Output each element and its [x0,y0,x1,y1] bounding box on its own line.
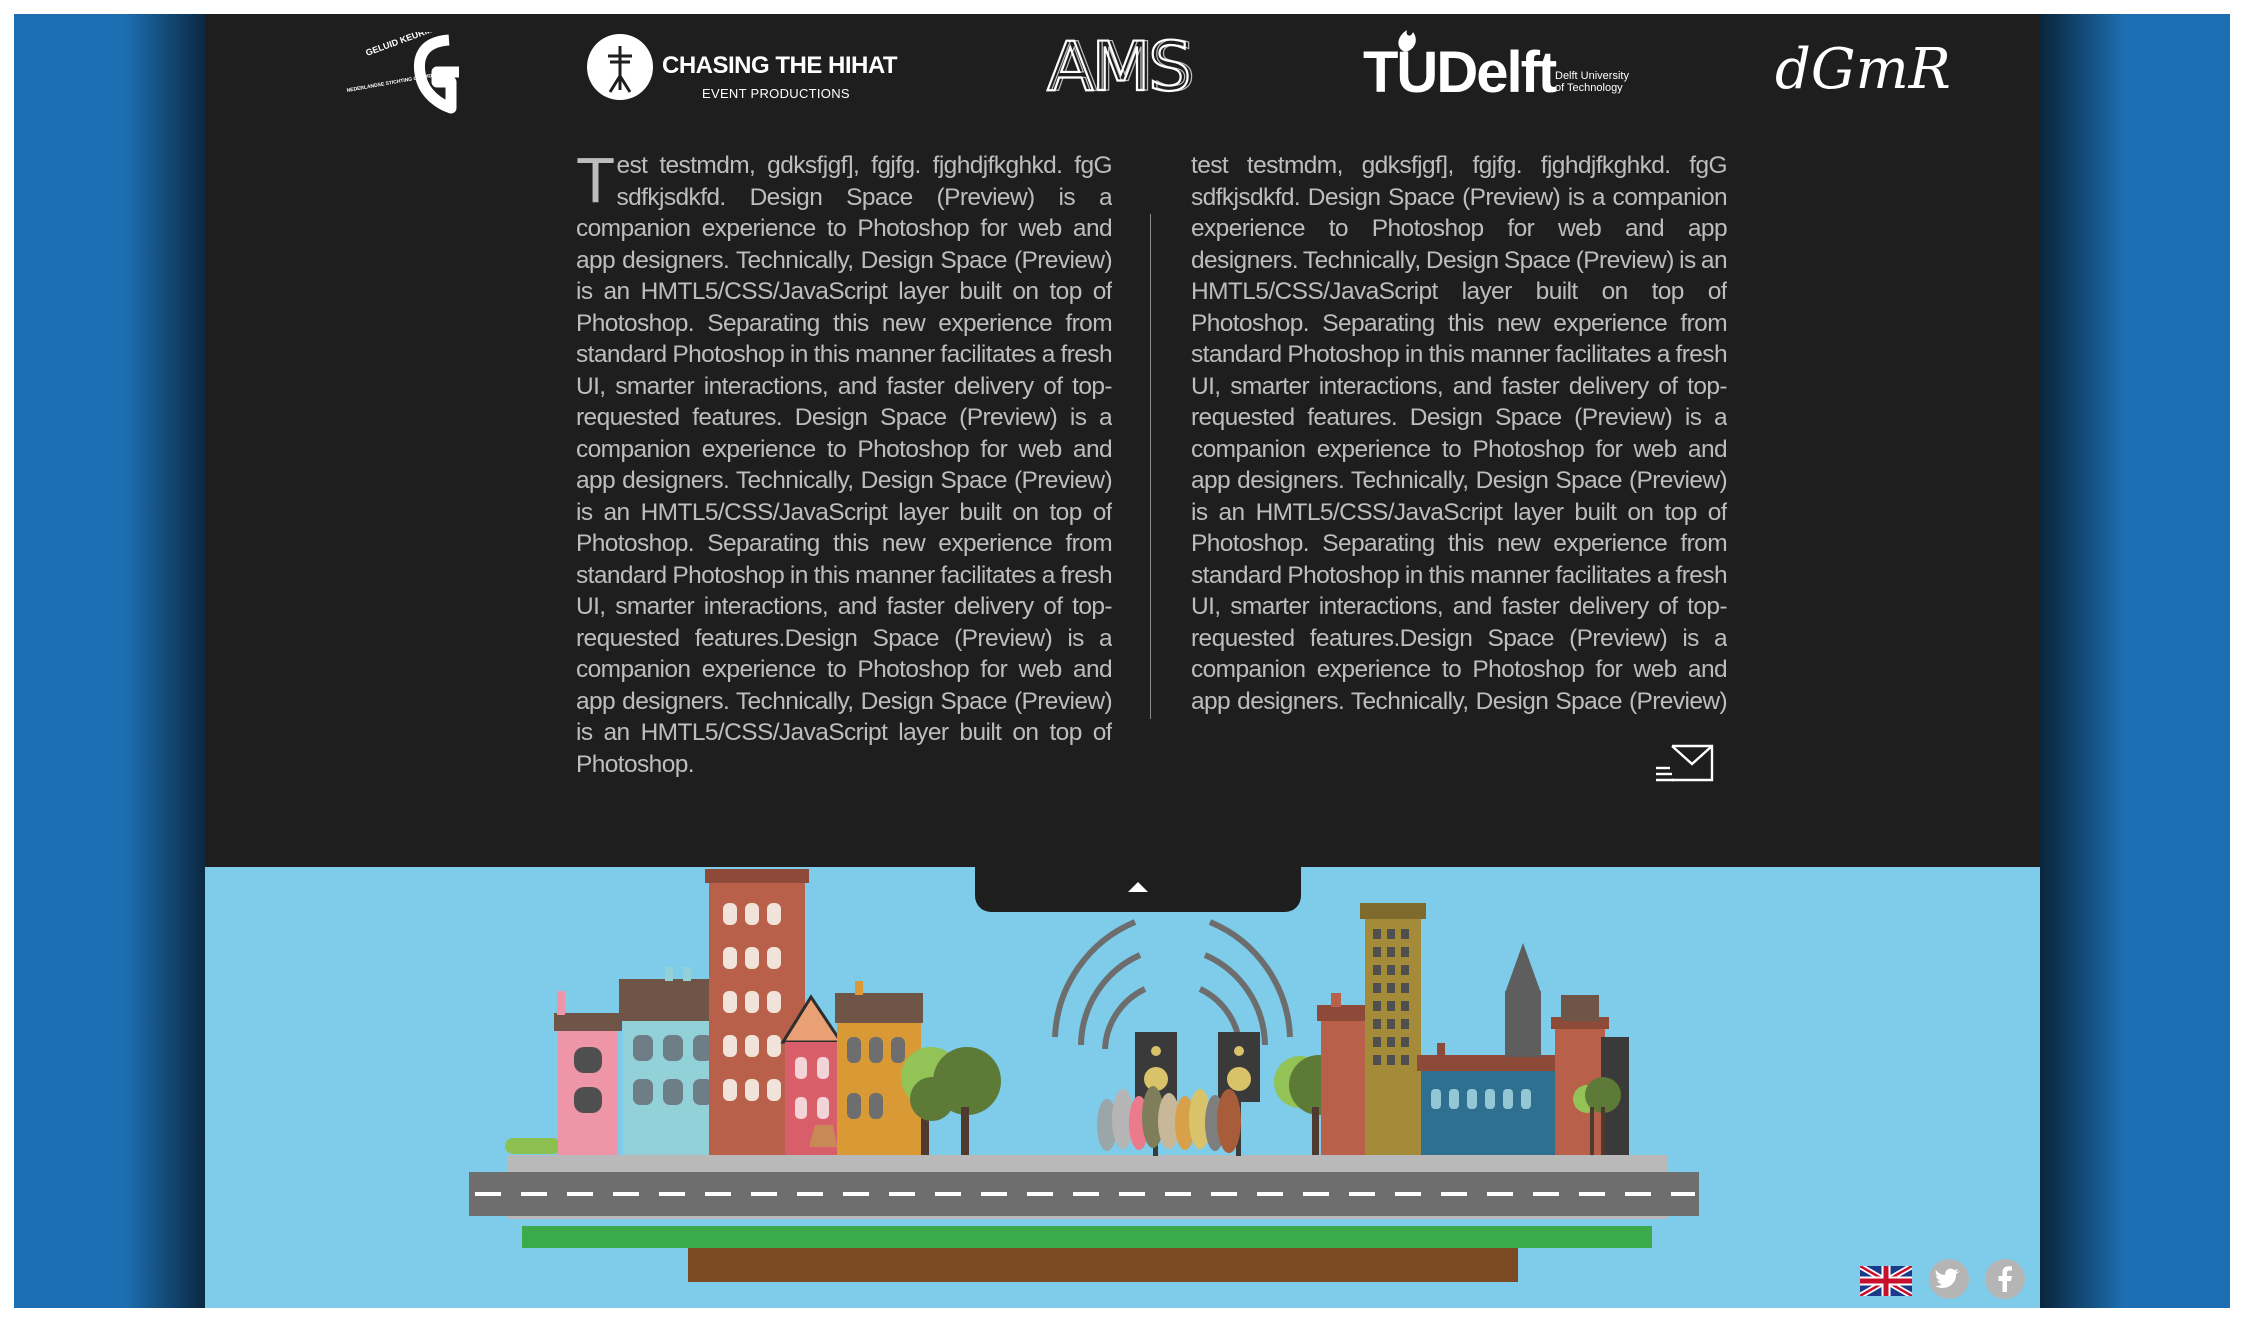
caret-up-icon [1128,882,1148,892]
ams-wordmark: AMS AMS [1046,27,1196,108]
scroll-up-tab[interactable] [975,867,1301,912]
right-shadow [2030,14,2125,1308]
ams-text-outline: AMS [1051,34,1193,98]
content-panel: GELUID KEURMERK NEDERLANDSE STICHTING GE… [205,14,2040,1308]
chasing-subtitle: EVENT PRODUCTIONS [702,86,850,101]
twitter-icon [1929,1259,1969,1299]
mail-send-icon [1656,744,1714,782]
tudelft-wordmark: TUDelft [1363,40,1557,105]
tudelft-subtitle: Delft University of Technology [1555,70,1629,94]
mail-send-button[interactable] [1654,742,1716,784]
geluid-keurmerk-emblem: GELUID KEURMERK NEDERLANDSE STICHTING GE… [346,18,459,114]
language-uk-button[interactable] [1858,1263,1914,1301]
facebook-icon [1985,1259,2025,1299]
hihat-circle-icon [587,34,653,100]
article-column-left: Test testmdm, gdksfjgf], fgjfg. fjghdjfk… [576,150,1112,780]
city-illustration [205,867,2040,1308]
tudelft-logo[interactable]: TUDelft Delft University of Technology [1363,26,1633,112]
facebook-button[interactable] [1984,1258,2026,1305]
dgmr-logo[interactable]: dGmR [1765,34,1951,114]
article-text-right: test testmdm, gdksfjgf], fgjfg. fjghdjfk… [1191,152,1727,722]
uk-flag-icon [1858,1263,1914,1299]
article-text-left: est testmdm, gdksfjgf], fgjfg. fjghdjfkg… [576,152,1112,778]
city-scene-art [469,869,1699,1282]
page-background: GELUID KEURMERK NEDERLANDSE STICHTING GE… [14,14,2230,1308]
dgmr-wordmark: dGmR [1775,37,1951,102]
column-divider [1150,214,1151,719]
drop-cap: T [576,150,615,216]
ams-logo[interactable]: AMS AMS [1045,27,1215,108]
geluid-keurmerk-logo[interactable]: GELUID KEURMERK NEDERLANDSE STICHTING GE… [339,18,469,118]
chasing-the-hihat-logo[interactable]: CHASING THE HIHAT EVENT PRODUCTIONS [586,32,898,102]
chasing-title: CHASING THE HIHAT [662,52,898,79]
twitter-button[interactable] [1928,1258,1970,1305]
article-column-right: test testmdm, gdksfjgf], fgjfg. fjghdjfk… [1191,150,1727,722]
